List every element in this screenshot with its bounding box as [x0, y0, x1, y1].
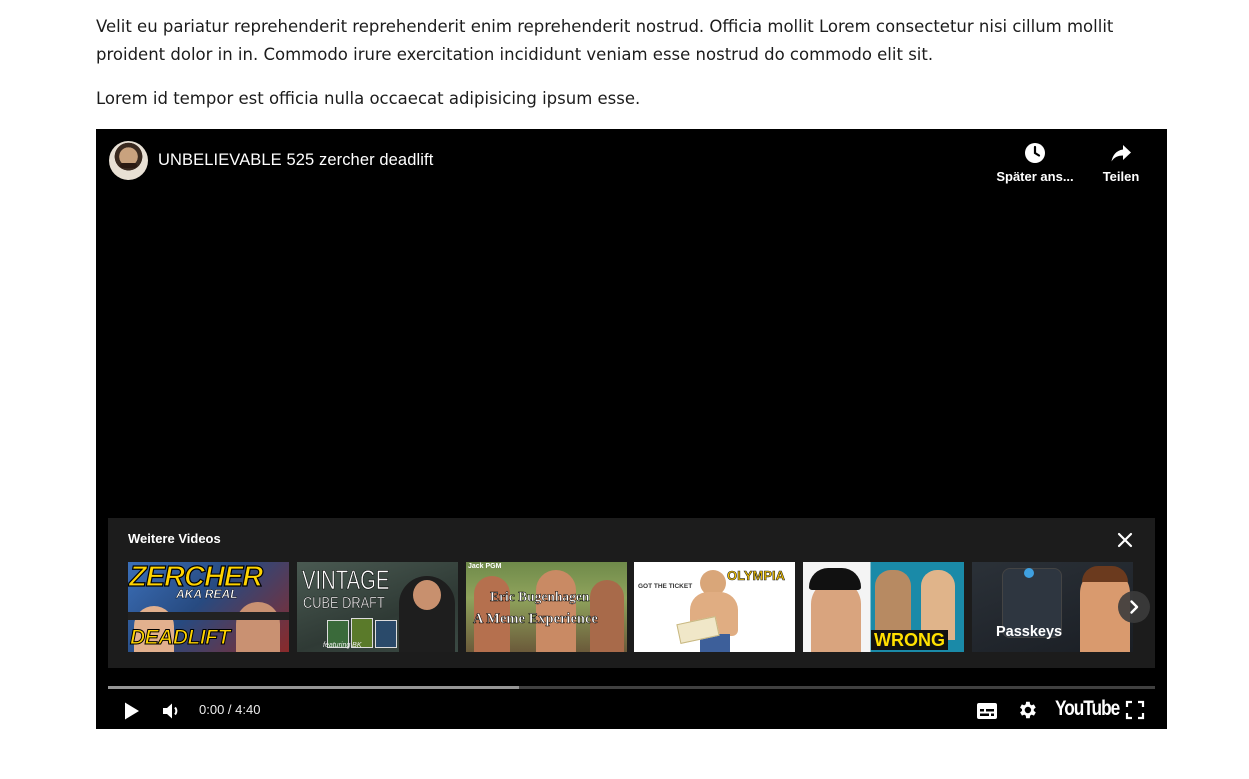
- progress-bar[interactable]: [108, 686, 1155, 689]
- watch-later-label: Später ans...: [996, 169, 1074, 184]
- share-button[interactable]: Teilen: [1076, 141, 1166, 184]
- video-thumbnail-2[interactable]: VINTAGE CUBE DRAFT featuring BK: [297, 562, 458, 652]
- share-label: Teilen: [1102, 169, 1140, 184]
- video-thumbnail-3[interactable]: Jack PGM Eric Bugenhagen A Meme Experien…: [466, 562, 627, 652]
- more-videos-panel: Weitere Videos ZERCHER AKA REAL DEADLIFT…: [108, 518, 1155, 668]
- player-controls: 0:00 / 4:40 YouTube: [96, 693, 1167, 729]
- watch-later-button[interactable]: Später ans...: [990, 141, 1080, 184]
- more-videos-carousel: ZERCHER AKA REAL DEADLIFT VINTAGE CUBE D…: [128, 562, 1134, 652]
- article-paragraph-2: Lorem id tempor est officia nulla occaec…: [96, 89, 641, 108]
- share-arrow-icon: [1111, 145, 1131, 162]
- play-icon[interactable]: [120, 700, 142, 722]
- thumbnail-person: [236, 602, 280, 652]
- thumbnail-text: GOT THE TICKET: [638, 583, 693, 590]
- fullscreen-icon[interactable]: [1125, 700, 1145, 720]
- card-graphic: [375, 620, 397, 648]
- cap-graphic: [809, 568, 861, 590]
- thumbnail-person: [811, 580, 861, 652]
- key-icon: [1024, 568, 1034, 578]
- video-thumbnail-5[interactable]: WRONG: [803, 562, 964, 652]
- thumbnail-text: Jack PGM: [468, 563, 502, 570]
- thumbnail-text: Eric Bugenhagen: [490, 589, 590, 605]
- thumbnail-text: A Meme Experience: [473, 611, 598, 628]
- article-paragraph-1: Velit eu pariatur reprehenderit reprehen…: [96, 17, 1114, 64]
- youtube-embed-player[interactable]: UNBELIEVABLE 525 zercher deadlift Später…: [96, 129, 1167, 729]
- time-display: 0:00 / 4:40: [199, 702, 261, 717]
- clock-icon: [1025, 143, 1045, 163]
- player-top-bar: UNBELIEVABLE 525 zercher deadlift Später…: [96, 129, 1167, 199]
- thumbnail-text: DEADLIFT: [130, 626, 231, 650]
- gear-icon[interactable]: [1016, 699, 1038, 721]
- thumbnail-person: [413, 580, 441, 610]
- thumbnail-text: CUBE DRAFT: [303, 595, 385, 612]
- close-icon[interactable]: [1115, 530, 1135, 550]
- volume-icon[interactable]: [160, 700, 182, 722]
- thumbnail-text: WRONG: [871, 630, 948, 650]
- youtube-logo[interactable]: YouTube: [1055, 697, 1120, 721]
- thumbnail-text: Passkeys: [996, 624, 1063, 640]
- thumbnail-text: VINTAGE: [302, 565, 390, 596]
- video-thumbnail-1[interactable]: ZERCHER AKA REAL DEADLIFT: [128, 562, 289, 652]
- thumbnail-person: [1082, 566, 1128, 582]
- carousel-next-button[interactable]: [1118, 591, 1150, 623]
- chevron-right-icon: [1130, 600, 1139, 614]
- channel-avatar[interactable]: [109, 141, 148, 180]
- video-thumbnail-6[interactable]: Passkeys: [972, 562, 1133, 652]
- progress-loaded: [108, 686, 520, 689]
- thumbnail-text: AKA REAL: [176, 587, 238, 601]
- thumbnail-text: featuring BK: [323, 642, 362, 649]
- video-title-link[interactable]: UNBELIEVABLE 525 zercher deadlift: [158, 151, 433, 170]
- video-thumbnail-4[interactable]: GOT THE TICKET OLYMPIA: [634, 562, 795, 652]
- subtitles-icon[interactable]: [976, 701, 998, 721]
- barbell-graphic: [128, 612, 289, 620]
- more-videos-title: Weitere Videos: [128, 531, 221, 546]
- thumbnail-text: OLYMPIA: [727, 568, 786, 584]
